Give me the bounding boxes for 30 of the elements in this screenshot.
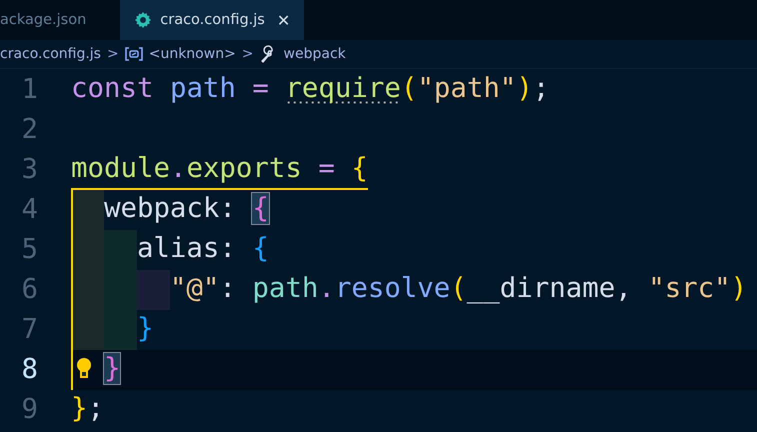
indent-guide xyxy=(104,310,137,350)
lightbulb-icon[interactable] xyxy=(75,357,93,381)
code-line: const path = require("path"); xyxy=(71,72,550,106)
code-line: "@": path.resolve(__dirname, "src") xyxy=(170,272,748,306)
editor-tab[interactable]: ackage.json xyxy=(0,0,120,40)
line-number: 3 xyxy=(20,153,38,187)
breadcrumb-item[interactable]: craco.config.js xyxy=(0,46,101,62)
line-number: 1 xyxy=(20,73,38,107)
code-line: webpack: { xyxy=(104,192,269,226)
line-number: 5 xyxy=(20,233,38,267)
line-number: 6 xyxy=(20,273,38,307)
line-number: 9 xyxy=(20,393,38,427)
symbol-icon xyxy=(124,47,143,61)
line-number: 2 xyxy=(20,113,38,147)
gear-icon xyxy=(134,11,152,29)
editor-tab[interactable]: craco.config.js ✕ xyxy=(120,0,304,40)
code-line: } xyxy=(136,312,154,346)
line-number: 8 xyxy=(20,353,38,387)
breadcrumb-item[interactable]: <unknown> xyxy=(148,46,236,62)
line-number: 4 xyxy=(20,193,38,227)
breadcrumb-item[interactable]: webpack xyxy=(284,46,346,62)
chevron-separator: > xyxy=(106,46,119,62)
chevron-separator: > xyxy=(242,46,254,62)
close-icon[interactable]: ✕ xyxy=(276,10,290,30)
code-line: module.exports = { xyxy=(71,150,368,190)
indent-guide xyxy=(136,270,170,310)
line-number: 7 xyxy=(20,313,38,347)
code-line: alias: { xyxy=(136,232,269,266)
indent-guide xyxy=(104,230,137,270)
code-line: }; xyxy=(71,392,104,426)
